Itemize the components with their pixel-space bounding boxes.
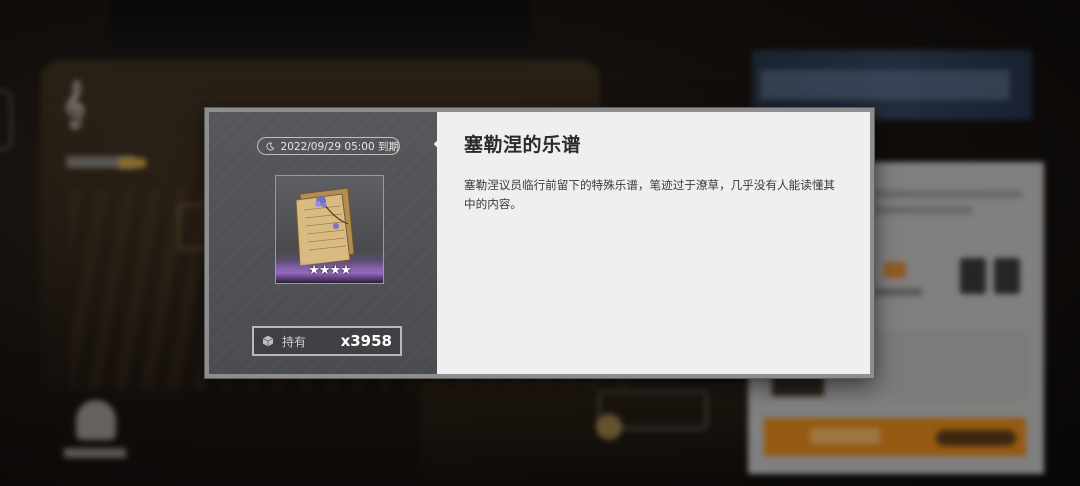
owned-count-box: 持有 x3958 — [252, 326, 402, 356]
sheet-music-icon — [295, 187, 355, 267]
cube-icon — [262, 335, 274, 347]
item-info-panel: 塞勒涅的乐谱 塞勒涅议员临行前留下的特殊乐谱，笔迹过于潦草，几乎没有人能读懂其中… — [437, 112, 870, 374]
item-name: 塞勒涅的乐谱 — [464, 134, 582, 156]
expire-text: 2022/09/29 05:00 到期 — [280, 140, 399, 153]
item-icon-frame: ★★★★ — [275, 175, 384, 284]
item-preview-panel: 2022/09/29 05:00 到期 ★★★★ 持有 x3958 — [209, 112, 437, 374]
item-description: 塞勒涅议员临行前留下的特殊乐谱，笔迹过于潦草，几乎没有人能读懂其中的内容。 — [464, 178, 836, 211]
moon-icon — [266, 142, 275, 150]
owned-count: x3958 — [340, 332, 392, 350]
expire-badge: 2022/09/29 05:00 到期 — [257, 137, 400, 155]
item-detail-dialog: 2022/09/29 05:00 到期 ★★★★ 持有 x3958 塞勒涅的乐谱… — [205, 108, 874, 378]
rarity-stars: ★★★★ — [308, 263, 352, 278]
owned-label: 持有 — [282, 334, 307, 349]
